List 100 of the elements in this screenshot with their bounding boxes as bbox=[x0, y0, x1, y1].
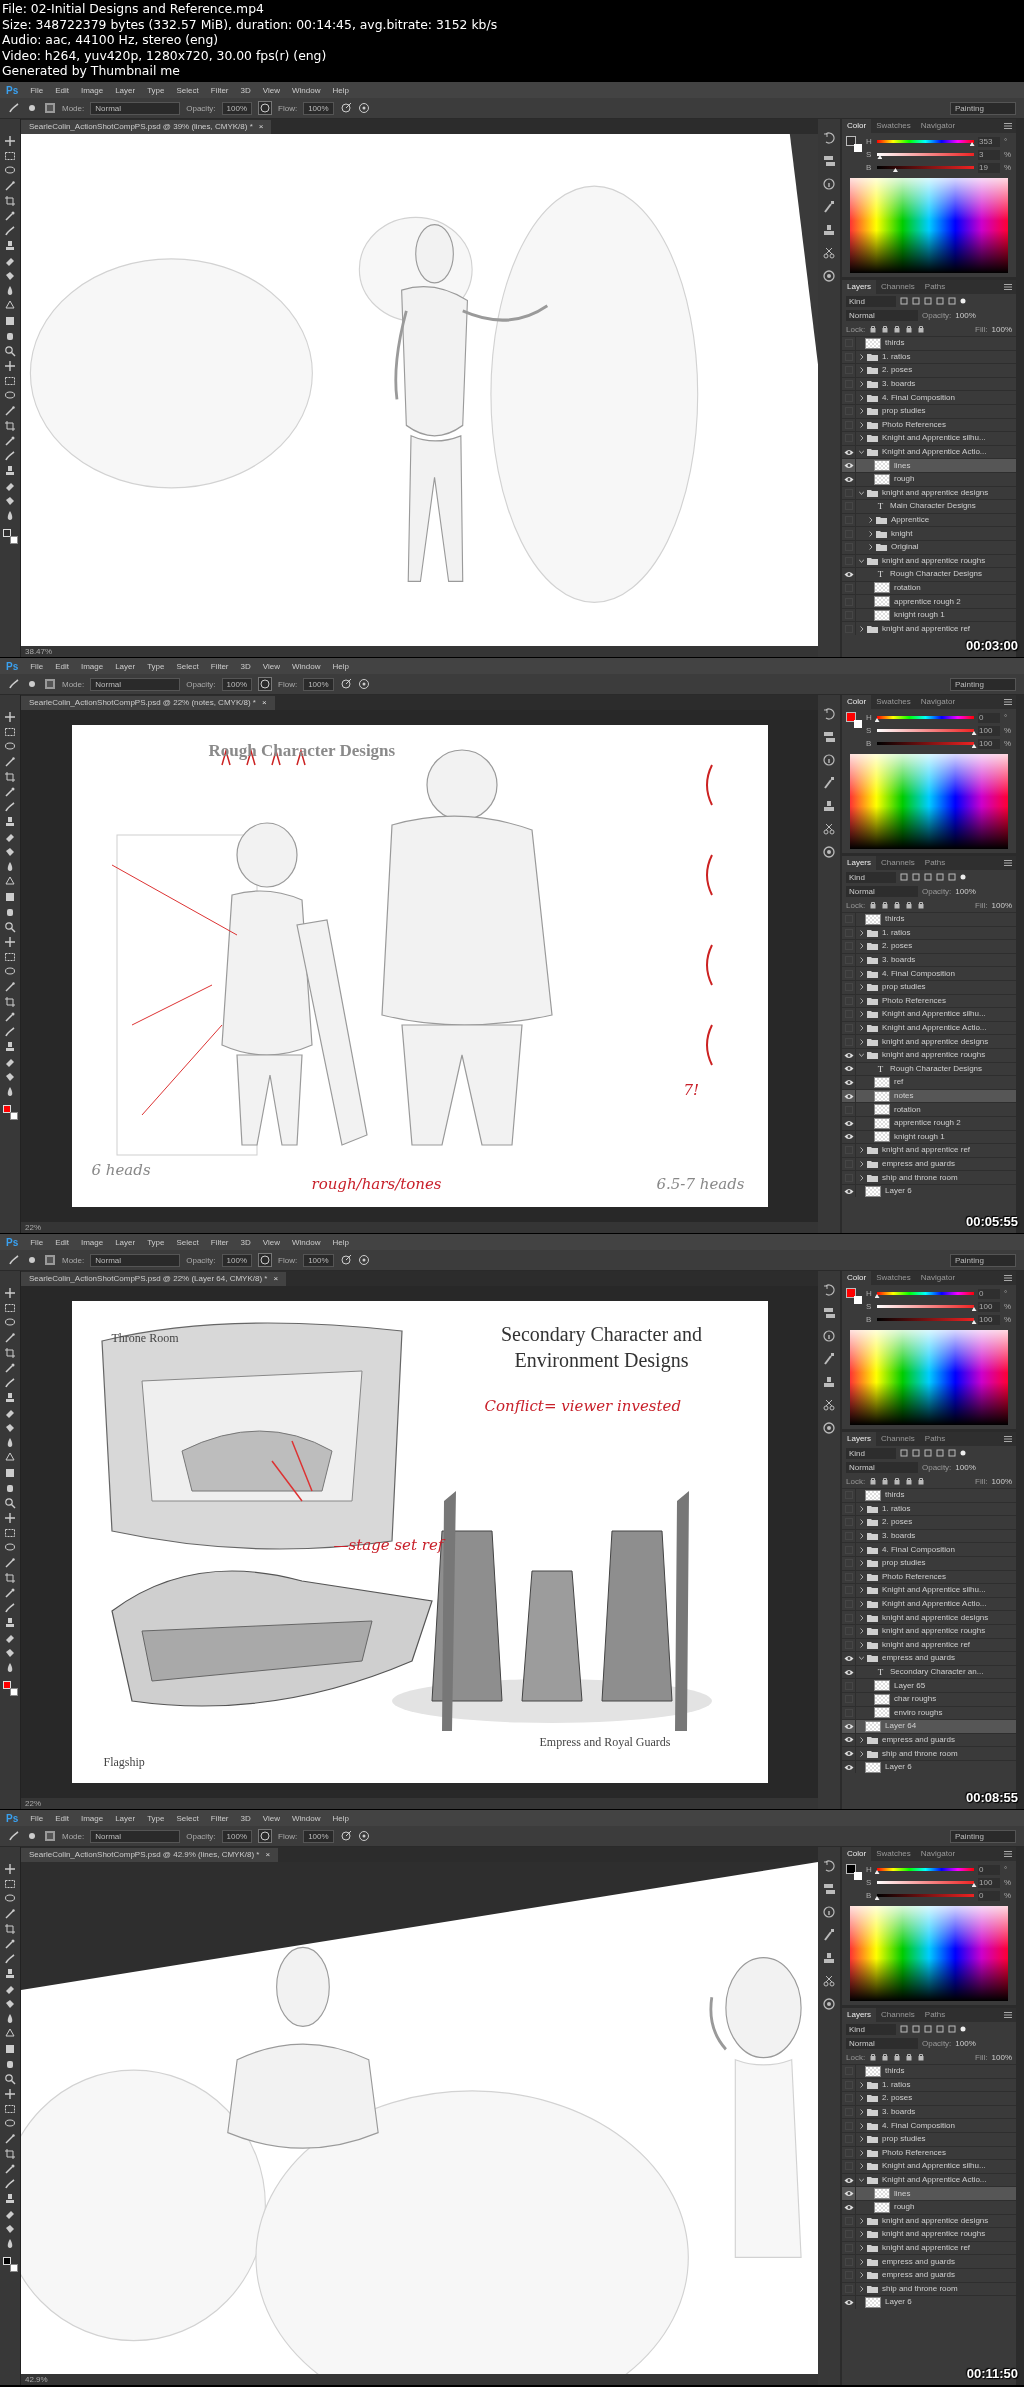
blend-mode-dropdown[interactable]: Normal bbox=[846, 885, 918, 897]
menu-item[interactable]: File bbox=[30, 661, 44, 671]
layer-row[interactable]: knight and apprentice roughs bbox=[842, 2227, 1016, 2241]
slider-thumb[interactable] bbox=[971, 1320, 977, 1324]
layer-row[interactable]: prop studies bbox=[842, 403, 1016, 418]
eye-icon[interactable] bbox=[843, 448, 854, 456]
layer-row[interactable]: empress and guards bbox=[842, 1156, 1016, 1171]
layer-row[interactable]: knight and apprentice designs bbox=[842, 2213, 1016, 2228]
visibility-toggle[interactable] bbox=[844, 380, 853, 389]
layer-row[interactable]: empress and guards bbox=[842, 2254, 1016, 2268]
caret-icon[interactable] bbox=[868, 530, 873, 537]
panel-toggle-icon[interactable] bbox=[44, 678, 56, 690]
caret-icon[interactable] bbox=[859, 984, 864, 991]
layer-row[interactable]: 4. Final Composition bbox=[842, 390, 1016, 404]
background-color-swatch[interactable] bbox=[10, 2264, 18, 2272]
visibility-toggle[interactable] bbox=[844, 2080, 853, 2089]
caret-icon[interactable] bbox=[859, 1628, 864, 1635]
crop-icon[interactable] bbox=[4, 771, 16, 783]
caret-icon[interactable] bbox=[859, 1655, 864, 1662]
layer-row[interactable]: empress and guards bbox=[842, 1651, 1016, 1665]
stamp-icon[interactable] bbox=[822, 1375, 836, 1389]
history-icon[interactable] bbox=[822, 131, 836, 145]
layer-row[interactable]: 1. ratios bbox=[842, 1501, 1016, 1516]
background-color-swatch[interactable] bbox=[854, 720, 862, 728]
caret-icon[interactable] bbox=[859, 1161, 864, 1167]
shape-icon[interactable] bbox=[4, 315, 16, 327]
menu-icon[interactable] bbox=[1004, 1851, 1012, 1857]
value-field[interactable]: 3 bbox=[978, 149, 1000, 160]
visibility-toggle[interactable] bbox=[844, 611, 853, 620]
eyedropper-icon[interactable] bbox=[4, 1011, 16, 1023]
layer-row[interactable]: Layer 65 bbox=[842, 1678, 1016, 1692]
layer-row[interactable]: lines bbox=[842, 458, 1016, 472]
filter-dropdown[interactable]: Kind bbox=[846, 1447, 896, 1459]
eye-icon[interactable] bbox=[843, 570, 854, 578]
layer-row[interactable]: Apprentice bbox=[842, 512, 1016, 527]
scissors-icon[interactable] bbox=[822, 246, 836, 260]
caret-icon[interactable] bbox=[859, 394, 864, 401]
shape-icon[interactable] bbox=[4, 1467, 16, 1479]
layer-row[interactable]: ship and throne room bbox=[842, 1170, 1016, 1184]
layer-row[interactable]: knight and apprentice roughs bbox=[842, 1623, 1016, 1638]
airbrush-icon[interactable] bbox=[339, 678, 352, 690]
info-icon[interactable] bbox=[822, 1905, 836, 1919]
wand-icon[interactable] bbox=[4, 1332, 16, 1344]
stamp-icon[interactable] bbox=[4, 1041, 16, 1053]
lasso-icon[interactable] bbox=[4, 1317, 16, 1329]
opacity-field[interactable]: 100% bbox=[221, 1253, 253, 1267]
stamp-icon[interactable] bbox=[822, 223, 836, 237]
layer-row[interactable]: lines bbox=[842, 2186, 1016, 2200]
caret-icon[interactable] bbox=[859, 449, 864, 456]
eye-icon[interactable] bbox=[843, 1722, 854, 1730]
caret-icon[interactable] bbox=[859, 2122, 864, 2129]
filter-toggle-icon[interactable] bbox=[960, 298, 966, 304]
panel-tab[interactable]: Channels bbox=[876, 856, 920, 870]
foreground-color-swatch[interactable] bbox=[846, 712, 856, 722]
menu-icon[interactable] bbox=[1004, 699, 1012, 705]
menu-item[interactable]: Window bbox=[291, 661, 321, 671]
slider-thumb[interactable] bbox=[971, 1883, 977, 1887]
blend-mode-dropdown[interactable]: Normal bbox=[846, 309, 918, 321]
caret-icon[interactable] bbox=[859, 1587, 864, 1594]
blend-mode-dropdown[interactable]: Normal bbox=[846, 1461, 918, 1473]
menu-item[interactable]: View bbox=[262, 85, 280, 95]
crop-icon[interactable] bbox=[4, 420, 16, 432]
caret-icon[interactable] bbox=[859, 381, 864, 388]
layer-row[interactable]: thirds bbox=[842, 1488, 1016, 1502]
pressure-icon[interactable] bbox=[258, 101, 273, 115]
menu-item[interactable]: 3D bbox=[240, 1237, 251, 1247]
layer-row[interactable]: apprentice rough 2 bbox=[842, 1115, 1016, 1130]
value-field[interactable]: 100 bbox=[978, 1877, 1000, 1888]
eye-icon[interactable] bbox=[843, 2203, 854, 2211]
layer-row[interactable]: ref bbox=[842, 1075, 1016, 1089]
menu-item[interactable]: Edit bbox=[55, 1813, 69, 1823]
eyedropper-icon[interactable] bbox=[4, 1938, 16, 1950]
layer-row[interactable]: 2. poses bbox=[842, 363, 1016, 377]
layer-row[interactable]: Knight and Apprentice Actio... bbox=[842, 1596, 1016, 1611]
mode-dropdown[interactable]: Normal bbox=[90, 1829, 181, 1843]
menu-item[interactable]: Image bbox=[80, 85, 104, 95]
menu-item[interactable]: Select bbox=[176, 85, 199, 95]
layer-row[interactable]: thirds bbox=[842, 336, 1016, 350]
filter-toggle-icon[interactable] bbox=[960, 2026, 966, 2032]
caret-icon[interactable] bbox=[859, 2258, 864, 2265]
color-slider[interactable] bbox=[877, 1305, 974, 1308]
layer-row[interactable]: knight and apprentice ref bbox=[842, 2240, 1016, 2255]
layer-row[interactable]: Layer 64 bbox=[842, 1719, 1016, 1733]
slider-thumb[interactable] bbox=[874, 1870, 880, 1874]
workspace-dropdown[interactable]: Painting bbox=[950, 677, 1016, 691]
eraser-icon[interactable] bbox=[4, 1983, 16, 1995]
layers-stack-icon[interactable] bbox=[822, 154, 836, 168]
panel-tab[interactable]: Swatches bbox=[871, 1271, 916, 1285]
caret-icon[interactable] bbox=[859, 2149, 864, 2156]
flow-field[interactable]: 100% bbox=[303, 101, 334, 115]
color-slider[interactable] bbox=[877, 166, 974, 169]
menu-item[interactable]: Layer bbox=[115, 1237, 136, 1247]
info-icon[interactable] bbox=[822, 177, 836, 191]
caret-icon[interactable] bbox=[859, 2245, 864, 2251]
panel-tab[interactable]: Color bbox=[842, 695, 872, 709]
caret-icon[interactable] bbox=[859, 1601, 864, 1608]
menu-item[interactable]: Window bbox=[291, 1813, 321, 1823]
shape-icon[interactable] bbox=[4, 891, 16, 903]
panel-tab[interactable]: Layers bbox=[842, 2008, 876, 2022]
eye-icon[interactable] bbox=[843, 1092, 854, 1100]
